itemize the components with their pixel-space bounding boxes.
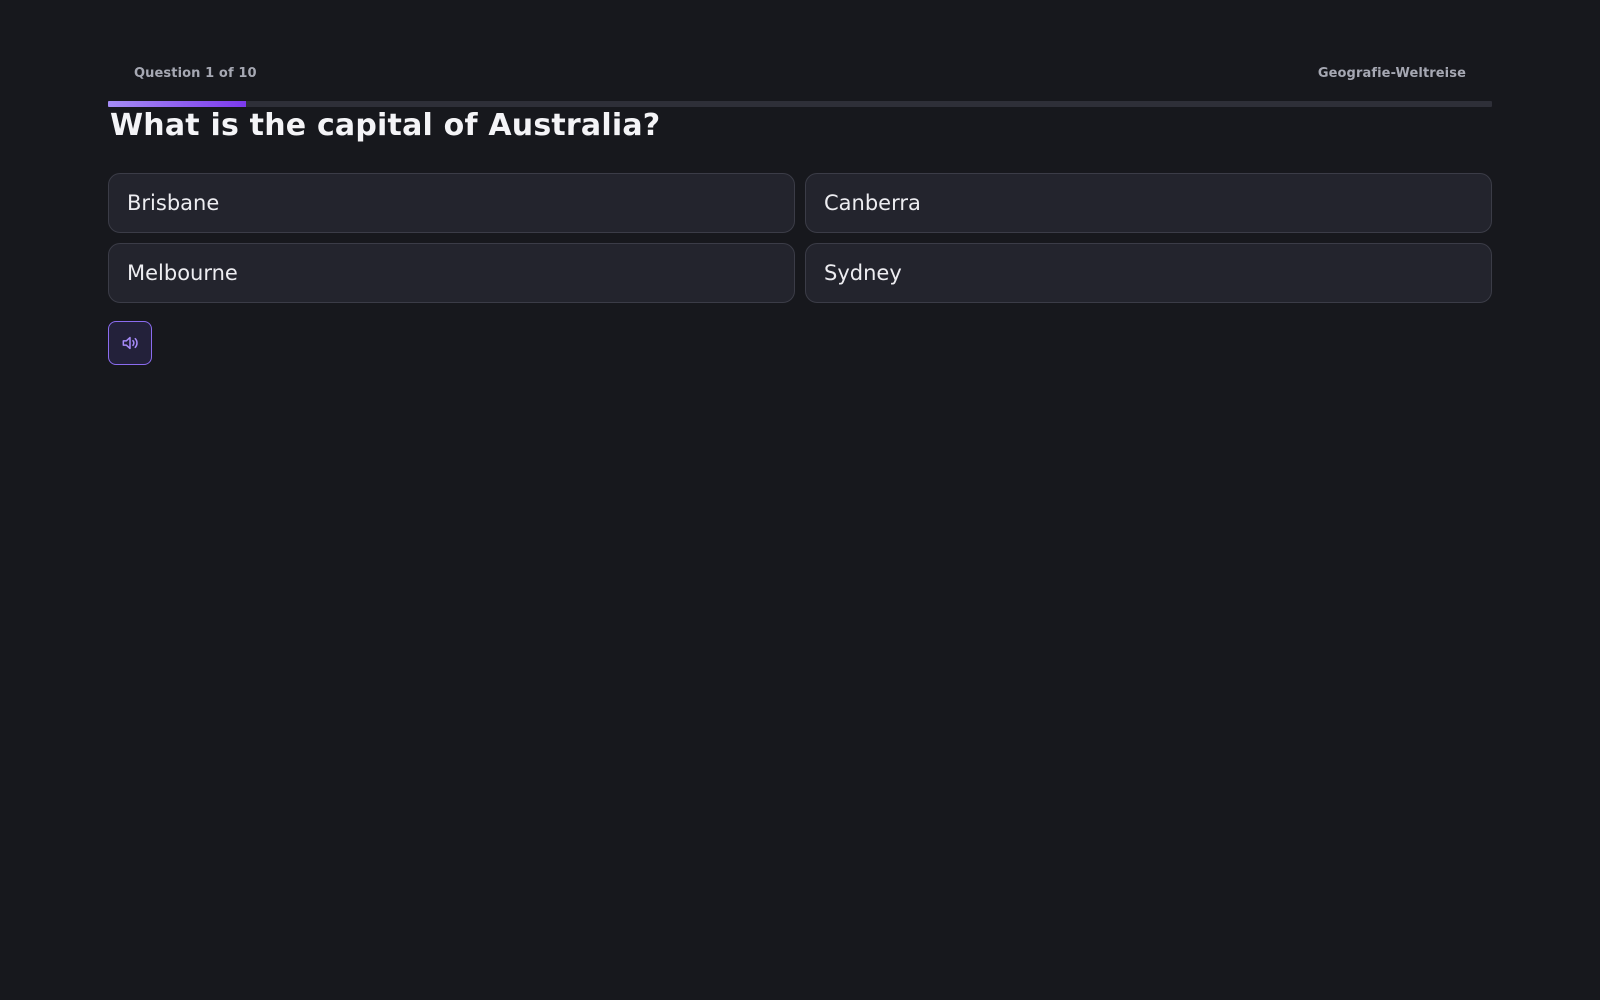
- quiz-header: Question 1 of 10 Geografie-Weltreise: [108, 66, 1492, 86]
- answer-grid: Brisbane Canberra Melbourne Sydney: [108, 173, 1492, 303]
- answer-option-melbourne[interactable]: Melbourne: [108, 243, 795, 303]
- answer-option-sydney[interactable]: Sydney: [805, 243, 1492, 303]
- answer-option-brisbane[interactable]: Brisbane: [108, 173, 795, 233]
- question-text: What is the capital of Australia?: [110, 108, 661, 143]
- quiz-title: Geografie-Weltreise: [1317, 66, 1466, 81]
- progress-bar: [108, 101, 1492, 107]
- answer-option-canberra[interactable]: Canberra: [805, 173, 1492, 233]
- speaker-icon: [122, 336, 138, 350]
- read-aloud-button[interactable]: [108, 321, 152, 365]
- progress-bar-fill: [108, 101, 247, 107]
- question-counter: Question 1 of 10: [134, 66, 257, 81]
